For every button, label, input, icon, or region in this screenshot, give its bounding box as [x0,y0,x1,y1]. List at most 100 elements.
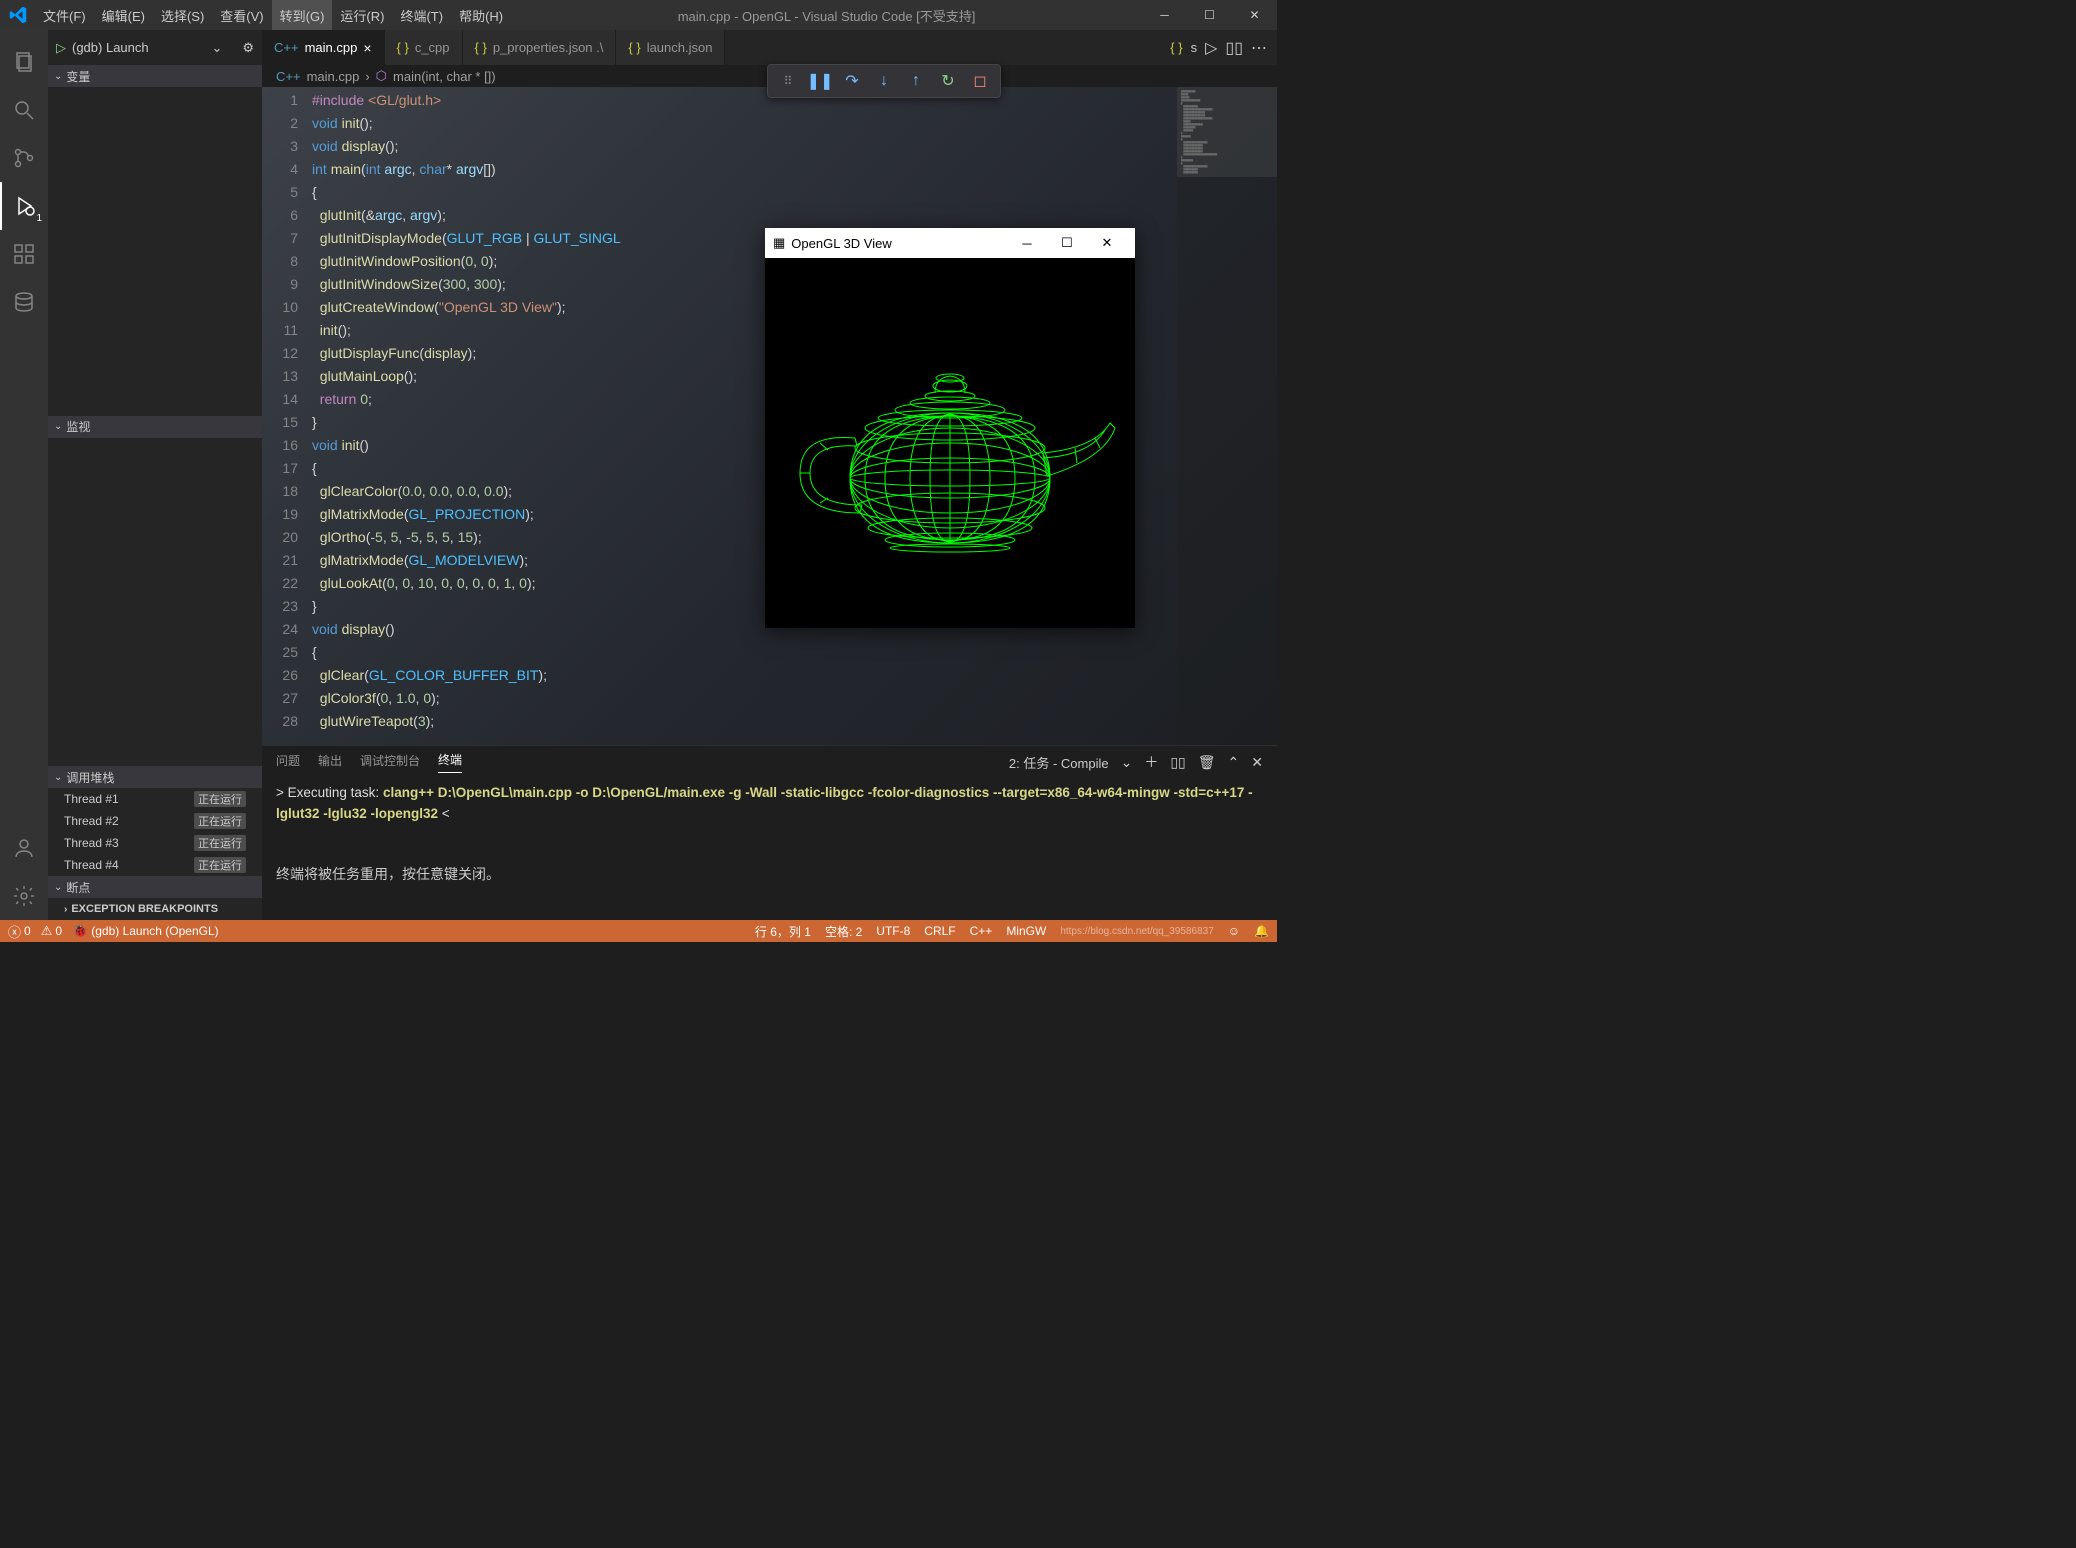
running-tag: 正在运行 [194,813,246,829]
menu-bar: 文件(F)编辑(E)选择(S)查看(V)转到(G)运行(R)终端(T)帮助(H) [35,0,511,30]
source-control-icon[interactable] [0,134,48,182]
feedback-icon[interactable]: ☺ [1228,924,1240,938]
chevron-down-icon[interactable]: ⌄ [211,40,222,56]
settings-gear-icon[interactable] [0,872,48,920]
activity-bar: 1 [0,30,48,920]
close-button[interactable]: ✕ [1232,0,1277,30]
debug-status[interactable]: 🐞(gdb) Launch (OpenGL) [72,923,219,939]
menu-终端(T)[interactable]: 终端(T) [392,0,451,30]
exception-breakpoints-row[interactable]: ›EXCEPTION BREAKPOINTS [48,898,262,920]
terminal-close-hint: 终端将被任务重用，按任意键关闭。 [276,864,1263,885]
editor-tabs: C++main.cpp×{ }c_cpp{ }p_properties.json… [262,30,1277,65]
minimap-viewport[interactable] [1177,87,1277,177]
terminal-output[interactable]: > Executing task: clang++ D:\OpenGL\main… [262,778,1277,920]
gl-canvas [765,258,1135,628]
compiler-status[interactable]: MinGW [1006,924,1046,938]
accounts-icon[interactable] [0,824,48,872]
drag-handle-icon[interactable]: ⠿ [774,68,802,94]
gl-window-title: OpenGL 3D View [791,236,1007,251]
warnings-count[interactable]: ⚠0 [41,923,62,939]
chevron-down-icon: ⌄ [54,71,62,82]
watermark: https://blog.csdn.net/qq_39586837 [1060,926,1213,937]
tab-main.cpp[interactable]: C++main.cpp× [262,30,385,65]
cursor-position[interactable]: 行 6，列 1 [755,923,811,940]
debug-badge: 1 [36,213,42,224]
panel-tab-终端[interactable]: 终端 [438,751,462,773]
chevron-down-icon: ⌄ [54,421,62,432]
more-icon[interactable]: ⋯ [1251,38,1267,58]
minimap[interactable]: ████████████████████████████████████████… [1177,87,1277,745]
menu-运行(R)[interactable]: 运行(R) [332,0,392,30]
close-tab-icon[interactable]: × [363,40,371,56]
minimize-button[interactable]: ─ [1142,0,1187,30]
panel-close-icon[interactable]: ✕ [1251,754,1263,771]
json-file-icon: { } [397,40,409,55]
tab-launch.json[interactable]: { }launch.json [616,30,725,65]
encoding-status[interactable]: UTF-8 [876,924,910,938]
gl-minimize-button[interactable]: ─ [1007,236,1047,251]
debug-launch-bar: ▷ (gdb) Launch ⌄ ⚙ [48,30,262,65]
menu-查看(V)[interactable]: 查看(V) [212,0,271,30]
json-file-icon: { } [628,40,640,55]
start-debug-icon[interactable]: ▷ [56,40,66,56]
split-editor-icon[interactable]: ▯▯ [1225,38,1243,58]
section-watch[interactable]: ⌄监视 [48,416,262,438]
chevron-down-icon: ⌄ [54,772,62,783]
window-controls: ─ ☐ ✕ [1142,0,1277,30]
thread-row[interactable]: Thread #4正在运行 [48,854,262,876]
debug-toolbar[interactable]: ⠿ ❚❚ ↷ ↓ ↑ ↻ ◻ [767,64,1001,98]
tab-extra-label: s [1191,40,1198,55]
section-callstack[interactable]: ⌄调用堆栈 [48,766,262,788]
tab-c_cpp[interactable]: { }c_cpp [385,30,463,65]
menu-编辑(E)[interactable]: 编辑(E) [94,0,153,30]
split-terminal-icon[interactable]: ▯▯ [1170,754,1185,771]
maximize-button[interactable]: ☐ [1187,0,1232,30]
step-out-button[interactable]: ↑ [902,68,930,94]
explorer-icon[interactable] [0,38,48,86]
panel-tab-调试控制台[interactable]: 调试控制台 [360,752,420,773]
thread-row[interactable]: Thread #2正在运行 [48,810,262,832]
tab-p_properties.json .\[interactable]: { }p_properties.json .\ [463,30,617,65]
section-variables[interactable]: ⌄变量 [48,65,262,87]
kill-terminal-icon[interactable]: 🗑 [1198,754,1216,771]
panel-tab-输出[interactable]: 输出 [318,752,342,773]
gl-app-icon: ▦ [773,235,785,251]
step-over-button[interactable]: ↷ [838,68,866,94]
launch-config-select[interactable]: (gdb) Launch [72,40,205,55]
stop-button[interactable]: ◻ [966,68,994,94]
new-terminal-icon[interactable]: ＋ [1144,752,1158,772]
opengl-output-window[interactable]: ▦ OpenGL 3D View ─ ☐ ✕ [765,228,1135,628]
vscode-logo-icon [0,6,35,24]
database-icon[interactable] [0,278,48,326]
section-breakpoints[interactable]: ⌄断点 [48,876,262,898]
chevron-down-icon[interactable]: ⌄ [1121,754,1133,771]
bottom-panel: 问题输出调试控制台终端 2: 任务 - Compile ⌄ ＋ ▯▯ 🗑 ⌃ ✕… [262,745,1277,920]
thread-row[interactable]: Thread #1正在运行 [48,788,262,810]
panel-maximize-icon[interactable]: ⌃ [1228,754,1240,771]
menu-选择(S)[interactable]: 选择(S) [153,0,212,30]
gl-titlebar[interactable]: ▦ OpenGL 3D View ─ ☐ ✕ [765,228,1135,258]
language-status[interactable]: C++ [970,924,993,938]
extensions-icon[interactable] [0,230,48,278]
run-debug-icon[interactable]: 1 [0,182,48,230]
menu-帮助(H)[interactable]: 帮助(H) [451,0,511,30]
thread-row[interactable]: Thread #3正在运行 [48,832,262,854]
gl-maximize-button[interactable]: ☐ [1047,235,1087,251]
open-launch-json-icon[interactable]: ⚙ [242,40,254,56]
menu-转到(G)[interactable]: 转到(G) [272,0,333,30]
terminal-selector[interactable]: 2: 任务 - Compile [1009,753,1109,772]
restart-button[interactable]: ↻ [934,68,962,94]
pause-button[interactable]: ❚❚ [806,68,834,94]
titlebar: 文件(F)编辑(E)选择(S)查看(V)转到(G)运行(R)终端(T)帮助(H)… [0,0,1277,30]
panel-tab-问题[interactable]: 问题 [276,752,300,773]
run-icon[interactable]: ▷ [1205,38,1217,58]
gl-close-button[interactable]: ✕ [1087,235,1127,251]
menu-文件(F)[interactable]: 文件(F) [35,0,94,30]
errors-count[interactable]: ⓧ0 [8,922,31,941]
running-tag: 正在运行 [194,835,246,851]
search-icon[interactable] [0,86,48,134]
notifications-icon[interactable]: 🔔 [1254,924,1269,938]
indent-status[interactable]: 空格: 2 [825,923,862,940]
step-into-button[interactable]: ↓ [870,68,898,94]
eol-status[interactable]: CRLF [924,924,955,938]
